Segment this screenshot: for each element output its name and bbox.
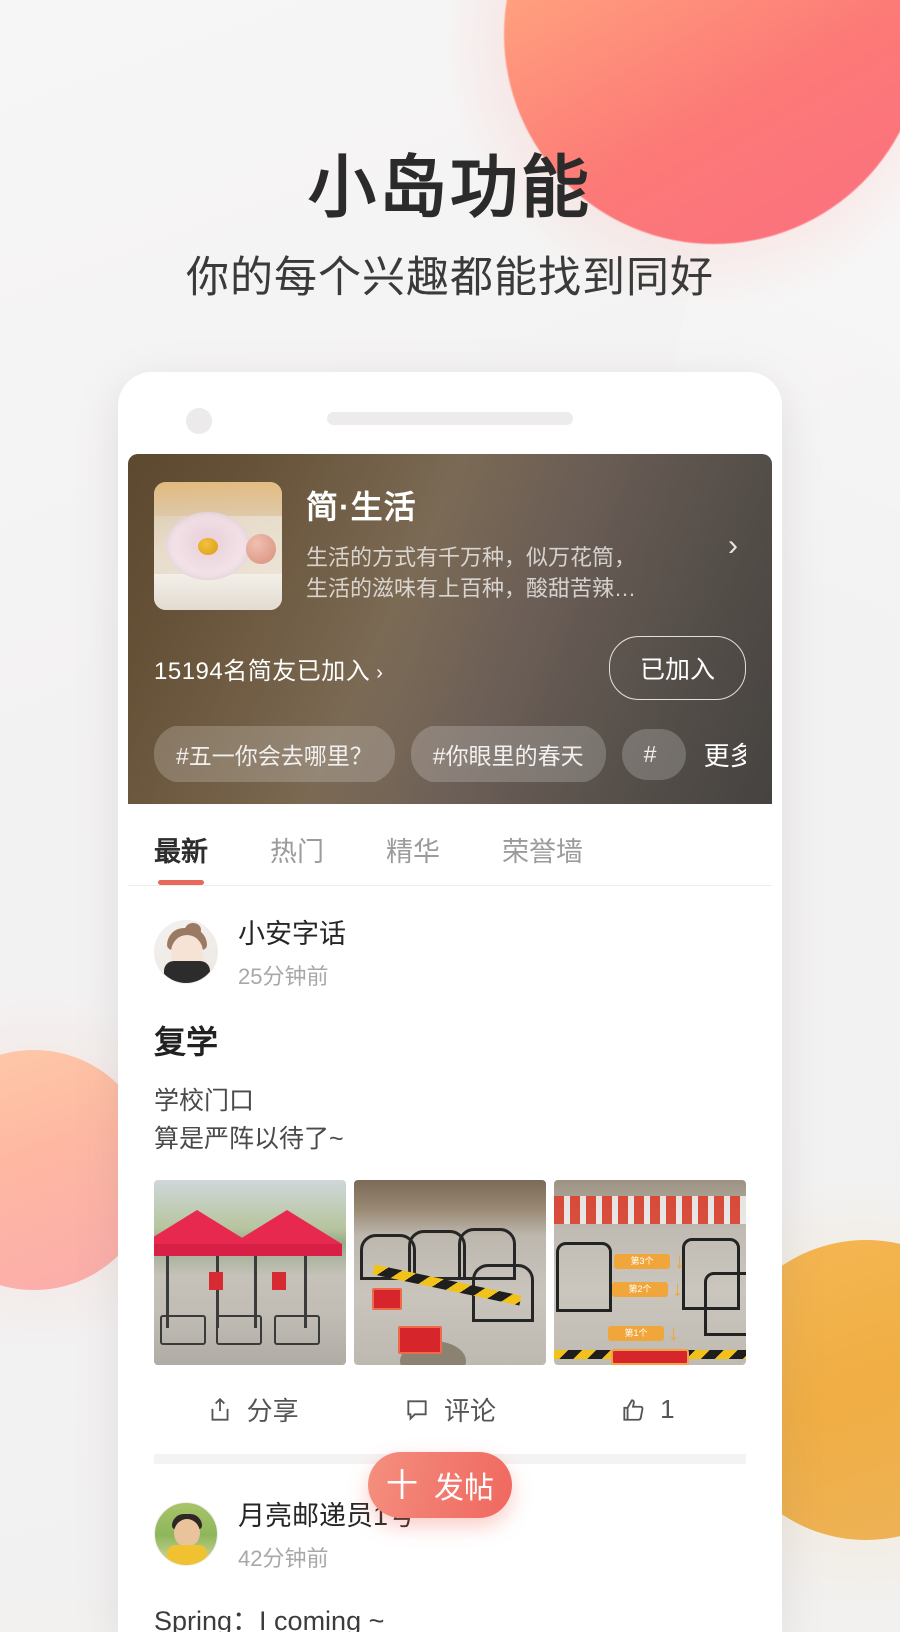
topic-chip[interactable]: # — [621, 728, 686, 780]
hero-heading-block: 小岛功能 你的每个兴趣都能找到同好 — [0, 150, 900, 305]
post-author-name[interactable]: 小安字话 — [238, 912, 346, 951]
speaker-bar — [327, 412, 573, 425]
post-author-row: 小安字话 25分钟前 — [154, 912, 746, 991]
member-count-chevron-icon: › — [376, 661, 384, 684]
create-post-label: 发帖 — [434, 1472, 494, 1505]
group-meta: 简·生活 生活的方式有千万种，似万花筒， 生活的滋味有上百种，酸甜苦辣… — [306, 482, 716, 604]
photo-barrier — [704, 1272, 746, 1336]
phone-top-bar — [118, 372, 782, 454]
photo-queue-sign: 第2个 — [612, 1282, 668, 1297]
photo-arrow-icon: ↓ — [672, 1276, 683, 1301]
cover-bun-shape — [246, 534, 276, 564]
post-photo[interactable]: 第3个 ↓ 第2个 ↓ 第1个 ↓ — [554, 1180, 746, 1365]
post-body-text: 学校门口 算是严阵以待了~ — [154, 1087, 344, 1153]
photo-queue-sign: 第1个 — [608, 1326, 664, 1341]
photo-floor-marker — [398, 1326, 442, 1354]
group-description: 生活的方式有千万种，似万花筒， 生活的滋味有上百种，酸甜苦辣… — [306, 545, 637, 602]
more-topics-link[interactable]: 更多 — [704, 736, 746, 773]
post-photo[interactable] — [354, 1180, 546, 1365]
like-button[interactable]: 1 — [549, 1394, 746, 1425]
topic-chips-row: #五一你会去哪里？ #你眼里的春天 # 更多 — [154, 726, 746, 782]
chevron-right-icon[interactable]: › — [720, 529, 746, 563]
group-join-row: 15194名简友已加入 › 已加入 — [154, 636, 746, 700]
post-photo[interactable] — [154, 1180, 346, 1365]
photo-tent-shape — [232, 1210, 342, 1244]
create-post-button[interactable]: 十 发帖 — [368, 1452, 512, 1518]
post-user-block: 小安字话 25分钟前 — [238, 912, 346, 991]
cover-yolk-shape — [198, 538, 218, 555]
photo-red-sign — [272, 1272, 286, 1290]
topic-chip[interactable]: #五一你会去哪里？ — [154, 726, 395, 782]
thumbs-up-icon — [620, 1397, 646, 1423]
member-count-text: 15194名简友已加入 — [154, 657, 371, 685]
cover-top-blur — [154, 482, 282, 516]
tab-honor-wall[interactable]: 荣誉墙 — [502, 830, 583, 885]
share-label: 分享 — [246, 1396, 299, 1426]
topic-chip[interactable]: #你眼里的春天 — [410, 726, 606, 782]
post-timestamp: 42分钟前 — [238, 1546, 329, 1571]
feed-tab-bar: 最新 热门 精华 荣誉墙 — [128, 804, 772, 886]
photo-barrier — [160, 1315, 206, 1345]
post-photo-grid: 第3个 ↓ 第2个 ↓ 第1个 ↓ — [154, 1180, 746, 1365]
phone-mockup: 简·生活 生活的方式有千万种，似万花筒， 生活的滋味有上百种，酸甜苦辣… › 1… — [118, 372, 782, 1632]
like-count: 1 — [660, 1394, 675, 1424]
join-status-button[interactable]: 已加入 — [608, 636, 746, 700]
photo-arrow-icon: ↓ — [674, 1248, 685, 1273]
comment-label: 评论 — [443, 1396, 496, 1426]
cover-plate — [154, 574, 282, 610]
comment-icon — [404, 1397, 430, 1423]
photo-queue-sign: 第3个 — [614, 1254, 670, 1269]
member-count-link[interactable]: 15194名简友已加入 › — [154, 651, 383, 686]
photo-barrier — [556, 1242, 612, 1312]
photo-arrow-icon: ↓ — [668, 1320, 679, 1345]
post-timestamp: 25分钟前 — [238, 964, 329, 989]
group-head-row: 简·生活 生活的方式有千万种，似万花筒， 生活的滋味有上百种，酸甜苦辣… › — [154, 482, 746, 610]
page-title: 小岛功能 — [307, 150, 592, 226]
photo-cone-row — [554, 1196, 746, 1224]
tab-featured[interactable]: 精华 — [386, 830, 440, 885]
post-item[interactable]: 小安字话 25分钟前 复学 学校门口 算是严阵以待了~ 第3个 ↓ 第2个 ↓ … — [128, 886, 772, 1464]
post-feed: 小安字话 25分钟前 复学 学校门口 算是严阵以待了~ 第3个 ↓ 第2个 ↓ … — [128, 886, 772, 1632]
photo-floor-marker — [372, 1288, 402, 1310]
tab-hot[interactable]: 热门 — [270, 830, 324, 885]
photo-floor-marker — [611, 1349, 689, 1365]
avatar-face — [174, 1518, 200, 1547]
avatar[interactable] — [154, 919, 218, 984]
photo-tent-shape — [232, 1244, 342, 1256]
group-name: 简·生活 — [306, 489, 417, 525]
photo-red-sign — [209, 1272, 223, 1290]
post-body-text: Spring：I coming ~ — [154, 1606, 385, 1632]
post-title: 复学 — [154, 1024, 219, 1060]
photo-barrier — [274, 1315, 320, 1345]
avatar-body — [164, 960, 210, 983]
share-button[interactable]: 分享 — [154, 1391, 351, 1428]
page-subtitle: 你的每个兴趣都能找到同好 — [186, 254, 714, 303]
camera-icon — [186, 408, 212, 434]
tab-latest[interactable]: 最新 — [154, 830, 208, 885]
group-header-card[interactable]: 简·生活 生活的方式有千万种，似万花筒， 生活的滋味有上百种，酸甜苦辣… › 1… — [128, 454, 772, 804]
avatar[interactable] — [154, 1501, 218, 1566]
photo-barrier — [216, 1315, 262, 1345]
comment-button[interactable]: 评论 — [351, 1391, 548, 1428]
avatar-body — [167, 1544, 207, 1565]
plus-icon: 十 — [385, 1467, 418, 1503]
group-cover-image — [154, 482, 282, 610]
share-icon — [207, 1396, 233, 1424]
